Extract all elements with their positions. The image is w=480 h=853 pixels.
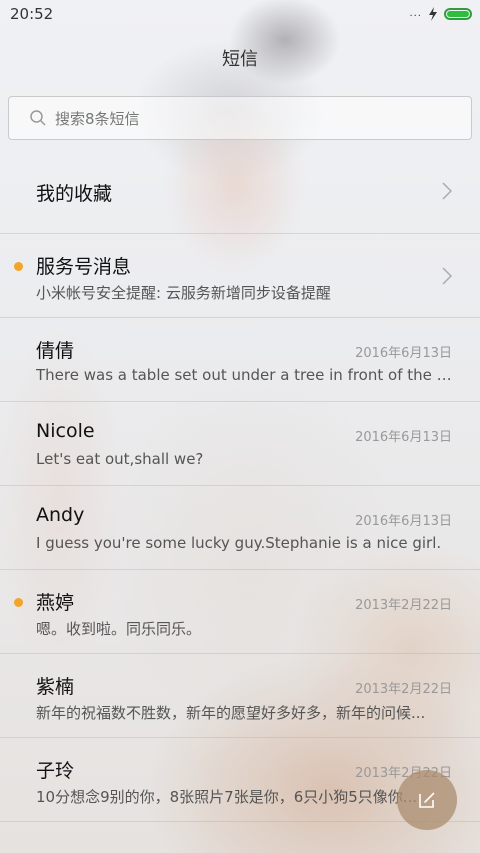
search-box[interactable] xyxy=(8,96,472,141)
contact-name: 倩倩 xyxy=(36,340,75,362)
message-preview: 新年的祝福数不胜数，新年的愿望好多好多，新年的问候... xyxy=(36,704,426,722)
contact-name: 紫楠 xyxy=(36,676,75,698)
battery-icon xyxy=(444,8,472,20)
message-date: 2013年2月22日 xyxy=(355,682,452,697)
message-date: 2016年6月13日 xyxy=(355,346,452,361)
contact-name: Nicole xyxy=(36,420,95,442)
conversation-row[interactable]: 我的收藏 xyxy=(0,150,480,234)
contact-name: 子玲 xyxy=(36,760,75,782)
conversation-row[interactable]: 服务号消息小米帐号安全提醒: 云服务新增同步设备提醒 xyxy=(0,234,480,318)
message-preview: There was a table set out under a tree i… xyxy=(36,366,452,384)
charging-icon xyxy=(429,7,437,21)
contact-name: 我的收藏 xyxy=(36,183,113,205)
status-time: 20:52 xyxy=(10,5,54,23)
search-icon xyxy=(30,110,46,126)
battery-level xyxy=(447,11,469,17)
search-input[interactable] xyxy=(53,97,457,141)
compose-icon xyxy=(419,792,435,808)
message-preview: Let's eat out,shall we? xyxy=(36,450,204,468)
conversation-row[interactable]: Andy I guess you're some lucky guy.Stepha… xyxy=(0,486,480,570)
message-preview: 10分想念9别的你，8张照片7张是你，6只小狗5只像你... xyxy=(36,788,418,806)
message-date: 2013年2月22日 xyxy=(355,598,452,613)
status-bar: 20:52 ... xyxy=(0,0,480,28)
contact-name: Andy xyxy=(36,504,85,526)
chevron-right-icon xyxy=(442,182,452,200)
message-preview: 嗯。收到啦。同乐同乐。 xyxy=(36,620,202,638)
chevron-right-icon xyxy=(442,267,452,285)
contact-name: 服务号消息 xyxy=(36,256,132,278)
page-title: 短信 xyxy=(222,49,258,70)
message-date: 2016年6月13日 xyxy=(355,514,452,529)
message-preview: 小米帐号安全提醒: 云服务新增同步设备提醒 xyxy=(36,284,331,302)
compose-button[interactable] xyxy=(397,770,457,830)
contact-name: 燕婷 xyxy=(36,592,75,614)
unread-dot-icon xyxy=(14,262,23,271)
conversation-row[interactable]: 倩倩 There was a table set out under a tree… xyxy=(0,318,480,402)
sms-screen: 20:52 ... 短信 我的收藏服务号消息小米帐号安全提醒: 云服务新增同步设… xyxy=(0,0,480,853)
unread-dot-icon xyxy=(14,598,23,607)
message-date: 2016年6月13日 xyxy=(355,430,452,445)
signal-dots-icon: ... xyxy=(409,8,422,19)
conversation-row[interactable]: 燕婷嗯。收到啦。同乐同乐。 2013年2月22日 xyxy=(0,570,480,654)
message-preview: I guess you're some lucky guy.Stephanie … xyxy=(36,534,442,552)
conversation-row[interactable]: Nicole Let's eat out,shall we? 2016年6月13日 xyxy=(0,402,480,486)
conversation-row[interactable]: 紫楠新年的祝福数不胜数，新年的愿望好多好多，新年的问候... 2013年2月22日 xyxy=(0,654,480,738)
